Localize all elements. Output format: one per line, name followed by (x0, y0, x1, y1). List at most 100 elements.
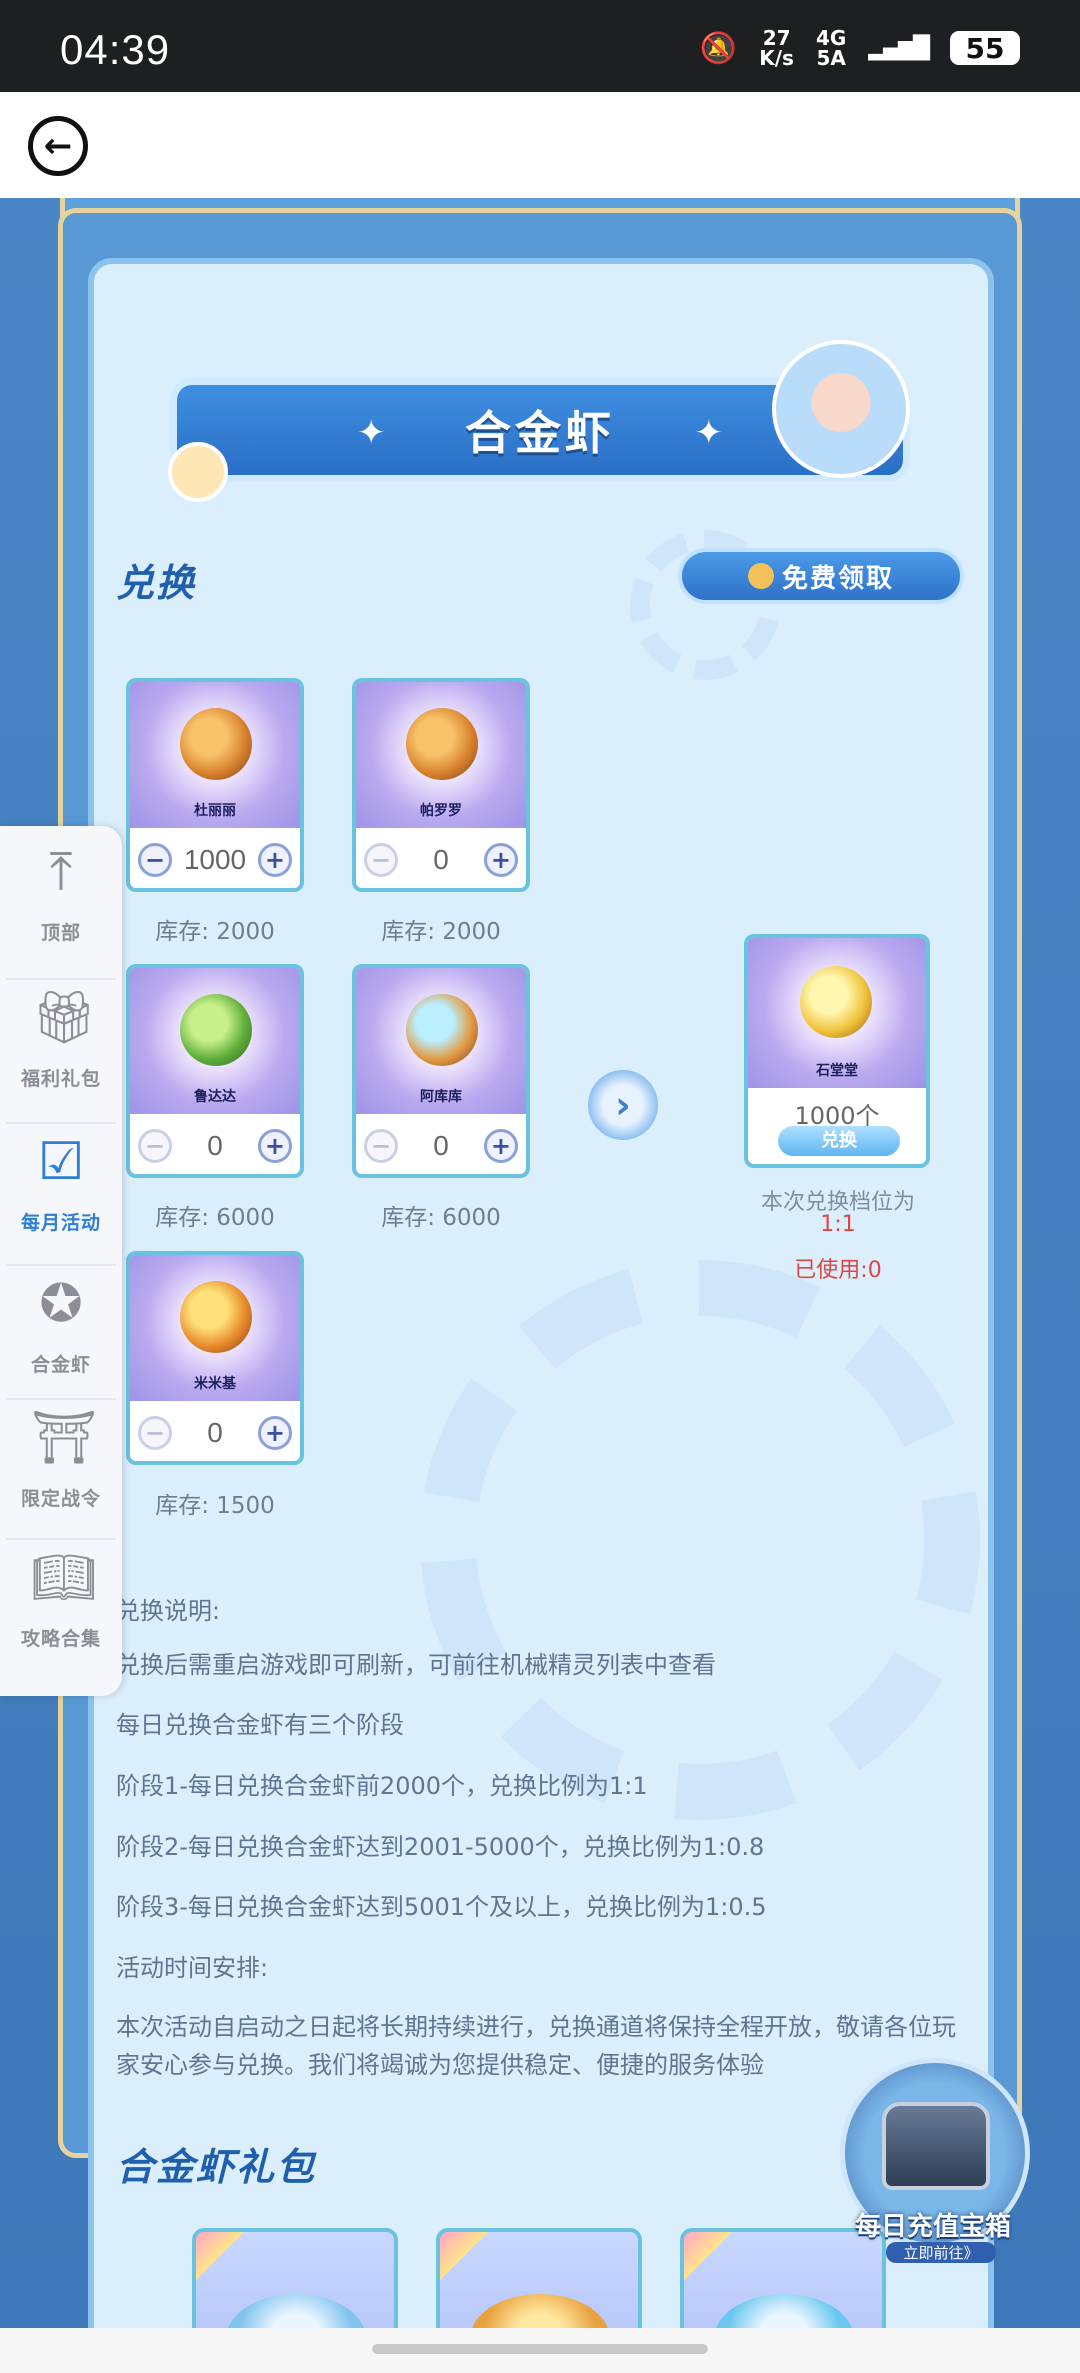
tag-icon (440, 2232, 492, 2284)
treasure-chest-icon (882, 2102, 990, 2190)
free-claim-label: 免费领取 (781, 563, 894, 594)
quantity-value[interactable]: 0 (433, 1130, 449, 1162)
coin-icon (747, 563, 774, 589)
stock-label: 库存: 2000 (155, 919, 275, 945)
shrimp-icon (406, 708, 478, 780)
exchange-section-title: 兑换 (116, 561, 197, 605)
explanation-line: 每日兑换合金虾有三个阶段 (116, 1711, 404, 1739)
status-icons: 🔕 27 K/s 4G 5A ▂▄▆█ 55 (700, 28, 1020, 68)
book-icon: 📖︎ (31, 1548, 98, 1608)
stock-label: 库存: 2000 (381, 919, 501, 945)
exchange-item-2[interactable]: 帕罗罗 − 0 + (352, 678, 530, 892)
flower-badge-icon (168, 442, 228, 502)
item-name: 鲁达达 (194, 1089, 236, 1105)
item-name: 杜丽丽 (194, 803, 236, 819)
star-badge-icon: ✪ (39, 1274, 83, 1334)
shrimp-icon (180, 994, 252, 1066)
explanation-line: 阶段1-每日兑换合金虾前2000个，兑换比例为1:1 (116, 1772, 648, 1800)
network-type: 4G 5A (816, 28, 846, 68)
plus-button[interactable]: + (483, 1129, 518, 1163)
gift-icon: 🎁︎ (31, 988, 98, 1048)
shrimp-icon (800, 966, 872, 1038)
minus-button[interactable]: − (138, 1416, 172, 1450)
quantity-value[interactable]: 1000 (184, 844, 246, 876)
free-claim-button[interactable]: 免费领取 (678, 548, 964, 604)
nav-label: 顶部 (40, 922, 81, 944)
nav-item-top[interactable]: ⤒ 顶部 (0, 826, 122, 966)
exchange-item-3[interactable]: 鲁达达 − 0 + (126, 964, 304, 1178)
nav-item-monthly[interactable]: ☑ 每月活动 (0, 1116, 122, 1256)
net-speed-unit: K/s (759, 46, 794, 70)
plus-button[interactable]: + (257, 1129, 292, 1163)
network-sub: 5A (816, 46, 846, 70)
quantity-stepper: − 0 + (356, 836, 526, 884)
gift-section-title: 合金虾礼包 (116, 2145, 317, 2189)
door-icon: ⛩ (31, 1408, 98, 1468)
exchange-item-4[interactable]: 阿库库 − 0 + (352, 964, 530, 1178)
nav-item-pass[interactable]: ⛩ 限定战令 (0, 1392, 122, 1532)
net-speed-value: 27 (762, 26, 791, 50)
battery-icon: 55 (950, 31, 1020, 65)
quantity-value[interactable]: 0 (433, 844, 449, 876)
nav-item-shrimp[interactable]: ✪ 合金虾 (0, 1258, 122, 1398)
quantity-value[interactable]: 0 (207, 1130, 223, 1162)
net-speed: 27 K/s (759, 28, 794, 68)
item-name: 米米基 (194, 1376, 236, 1392)
status-time: 04:39 (60, 26, 171, 73)
back-arrow-icon[interactable]: ← (28, 116, 88, 176)
chest-sub: 立即前往》 (886, 2242, 996, 2263)
quantity-stepper: − 0 + (130, 1122, 300, 1170)
item-name: 帕罗罗 (420, 803, 462, 819)
signal-icon: ▂▄▆█ (868, 35, 930, 61)
explanation-line: 阶段2-每日兑换合金虾达到2001-5000个，兑换比例为1:0.8 (116, 1833, 765, 1861)
character-avatar (772, 340, 910, 478)
exchange-result: 石堂堂 1000个 兑换 (744, 934, 930, 1168)
calendar-check-icon: ☑ (37, 1132, 85, 1192)
plus-button[interactable]: + (257, 1416, 292, 1450)
exchange-button[interactable]: 兑换 (778, 1126, 900, 1156)
nav-label: 合金虾 (30, 1354, 91, 1376)
shrimp-icon (406, 994, 478, 1066)
minus-button[interactable]: − (138, 1129, 172, 1163)
mute-icon: 🔕 (699, 30, 738, 66)
quantity-stepper: − 0 + (356, 1122, 526, 1170)
plus-button[interactable]: + (483, 843, 518, 877)
app-header: ← (0, 92, 1080, 198)
stock-label: 库存: 6000 (381, 1205, 501, 1231)
explanation-line: 阶段3-每日兑换合金虾达到5001个及以上，兑换比例为1:0.5 (116, 1893, 767, 1921)
shrimp-icon (180, 1281, 252, 1353)
chest-label: 每日充值宝箱 (854, 2212, 1011, 2242)
item-name: 石堂堂 (816, 1063, 858, 1079)
nav-label: 攻略合集 (20, 1628, 101, 1650)
shrimp-icon (180, 708, 252, 780)
quantity-stepper: − 1000 + (130, 836, 300, 884)
to-top-icon: ⤒ (49, 842, 73, 902)
minus-button[interactable]: − (138, 843, 172, 877)
used-count: 已使用:0 (794, 1258, 882, 1283)
quantity-stepper: − 0 + (130, 1409, 300, 1457)
exchange-item-1[interactable]: 杜丽丽 − 1000 + (126, 678, 304, 892)
network-gen: 4G (815, 26, 847, 50)
item-name: 阿库库 (420, 1089, 462, 1105)
nav-label: 福利礼包 (20, 1068, 101, 1090)
exchange-item-5[interactable]: 米米基 − 0 + (126, 1251, 304, 1465)
sparkle-icon: ✦ (694, 413, 724, 453)
home-indicator[interactable] (372, 2344, 708, 2354)
nav-label: 每月活动 (20, 1212, 101, 1234)
daily-recharge-chest[interactable]: 每日充值宝箱 立即前往》 (826, 2058, 1040, 2268)
system-nav-bar (0, 2328, 1080, 2373)
quantity-value[interactable]: 0 (207, 1417, 223, 1449)
plus-button[interactable]: + (257, 843, 292, 877)
minus-button[interactable]: − (364, 843, 398, 877)
nav-label: 限定战令 (20, 1488, 101, 1510)
nav-item-guides[interactable]: 📖︎ 攻略合集 (0, 1532, 122, 1672)
convert-arrow-icon: › (588, 1070, 658, 1140)
stock-label: 库存: 1500 (155, 1493, 275, 1519)
minus-button[interactable]: − (364, 1129, 398, 1163)
schedule-heading: 活动时间安排: (116, 1954, 269, 1982)
explanation-line: 兑换后需重启游戏即可刷新，可前往机械精灵列表中查看 (116, 1651, 716, 1679)
status-bar: 04:39 🔕 27 K/s 4G 5A ▂▄▆█ 55 (0, 0, 1080, 92)
nav-item-gift[interactable]: 🎁︎ 福利礼包 (0, 972, 122, 1112)
explanation-heading: 兑换说明: (116, 1597, 221, 1625)
stock-label: 库存: 6000 (155, 1205, 275, 1231)
